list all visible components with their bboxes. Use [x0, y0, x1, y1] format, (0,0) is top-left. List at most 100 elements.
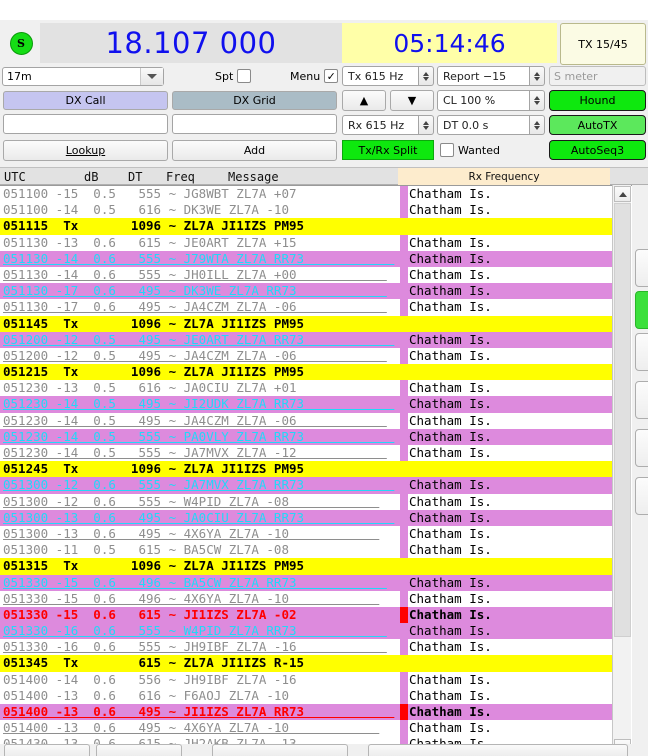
table-row[interactable]: 051145 Tx 1096 ~ ZL7A JI1IZS PM95: [0, 315, 612, 332]
table-row[interactable]: 051315 Tx 1096 ~ ZL7A JI1IZS PM95: [0, 558, 612, 575]
lookup-button[interactable]: Lookup: [3, 140, 168, 161]
frequency-down-button[interactable]: ▼: [390, 90, 434, 111]
bottom-widget-1[interactable]: [4, 744, 90, 756]
table-row[interactable]: 051330 -15 0.6 496 ~ BA5CW ZL7A RR73 Cha…: [0, 574, 612, 591]
decode-table-scrollbar[interactable]: [612, 185, 631, 756]
table-row[interactable]: 051100 -14 0.5 616 ~ DK3WE ZL7A -10 Chath…: [0, 202, 612, 219]
frequency-up-button[interactable]: ▲: [342, 90, 386, 111]
table-row[interactable]: 051330 -15 0.6 496 ~ 4X6YA ZL7A -10 Chat…: [0, 590, 612, 607]
tx-frequency-spinner[interactable]: Tx 615 Hz: [342, 66, 434, 86]
table-row[interactable]: 051300 -12 0.6 555 ~ W4PID ZL7A -08 Chat…: [0, 493, 612, 510]
table-row[interactable]: 051215 Tx 1096 ~ ZL7A JI1IZS PM95: [0, 364, 612, 381]
rx-frequency-header: Rx Frequency: [398, 168, 610, 185]
chevron-down-icon[interactable]: [140, 68, 163, 85]
lookup-label: Lookup: [65, 144, 106, 157]
dt-value: DT 0.0 s: [443, 118, 489, 132]
tx-period-button[interactable]: TX 15/45: [560, 23, 646, 65]
wanted-checkbox[interactable]: [440, 143, 454, 157]
decode-message: 051300 -12 0.6 555 ~ W4PID ZL7A -08: [3, 493, 380, 509]
decode-message: 051400 -13 0.6 616 ~ F6AOJ ZL7A -10: [3, 687, 289, 703]
band-select[interactable]: 17m: [2, 67, 164, 86]
rail-button-6[interactable]: [635, 477, 648, 515]
tx-frequency-value: Tx 615 Hz: [348, 69, 404, 83]
add-button[interactable]: Add: [172, 140, 337, 161]
bottom-widget-4[interactable]: [368, 744, 628, 756]
table-row[interactable]: 051115 Tx 1096 ~ ZL7A JI1IZS PM95: [0, 218, 612, 235]
table-row[interactable]: 051230 -14 0.5 555 ~ PA0VLY ZL7A RR73 Ch…: [0, 428, 612, 445]
bottom-widget-2[interactable]: [96, 744, 182, 756]
frequency-marker: [400, 493, 408, 510]
hound-button[interactable]: Hound: [549, 90, 646, 111]
rail-button-1[interactable]: [635, 249, 648, 287]
dxcc-entity-label: Chatham Is.: [409, 477, 492, 493]
table-row[interactable]: 051230 -14 0.5 495 ~ JI2UDK ZL7A RR73 Ch…: [0, 396, 612, 413]
menu-checkbox[interactable]: ✓: [324, 69, 339, 83]
frequency-marker: [400, 266, 408, 284]
decode-message: 051230 -14 0.5 495 ~ JA4CZM ZL7A -06: [3, 412, 387, 428]
cl-spin-buttons[interactable]: [530, 90, 545, 111]
table-row[interactable]: 051300 -11 0.5 615 ~ BA5CW ZL7A -08 Chath…: [0, 542, 612, 559]
dx-call-input[interactable]: [3, 114, 168, 134]
decode-table[interactable]: 051100 -15 0.5 555 ~ JG8WBT ZL7A +07 Chat…: [0, 185, 648, 756]
rail-button-3[interactable]: [635, 333, 648, 371]
table-row[interactable]: 051345 Tx 615 ~ ZL7A JI1IZS R-15: [0, 655, 612, 672]
tx-frequency-spin-buttons[interactable]: [419, 66, 434, 86]
scrollbar-thumb[interactable]: [614, 203, 631, 637]
table-row[interactable]: 051330 -16 0.6 555 ~ W4PID ZL7A RR73 Cha…: [0, 623, 612, 640]
table-row[interactable]: 051130 -17 0.6 495 ~ DK3WE ZL7A RR73 Cha…: [0, 283, 612, 300]
frequency-value: 18.107 000: [105, 26, 277, 60]
table-row[interactable]: 051400 -13 0.6 616 ~ F6AOJ ZL7A -10 Chath…: [0, 687, 612, 704]
tx-rx-split-button[interactable]: Tx/Rx Split: [342, 140, 434, 160]
spt-checkbox-group[interactable]: Spt: [215, 69, 252, 83]
menu-checkbox-group[interactable]: Menu ✓: [290, 69, 339, 83]
dxcc-entity-label: Chatham Is.: [409, 509, 492, 525]
table-row[interactable]: 051400 -13 0.6 495 ~ 4X6YA ZL7A -10 Chat…: [0, 720, 612, 737]
bottom-widget-3[interactable]: [212, 744, 348, 756]
table-row[interactable]: 051300 -12 0.6 555 ~ JA7MVX ZL7A RR73 Ch…: [0, 477, 612, 494]
rail-button-4[interactable]: [635, 381, 648, 419]
table-row[interactable]: 051330 -16 0.6 555 ~ JH9IBF ZL7A -16 Cha…: [0, 639, 612, 656]
report-spin-buttons[interactable]: [530, 66, 545, 86]
autotx-button[interactable]: AutoTX: [549, 115, 646, 135]
rx-frequency-spinner[interactable]: Rx 615 Hz: [342, 115, 434, 135]
decode-message: 051300 -12 0.6 555 ~ JA7MVX ZL7A RR73: [3, 477, 395, 493]
table-row[interactable]: 051400 -14 0.6 556 ~ JH9IBF ZL7A -16 Chat…: [0, 671, 612, 688]
table-row[interactable]: 051330 -15 0.6 615 ~ JI1IZS ZL7A -02 Chat…: [0, 606, 612, 624]
table-row[interactable]: 051230 -13 0.5 616 ~ JA0CIU ZL7A +01 Chat…: [0, 380, 612, 397]
dxcc-entity-label: Chatham Is.: [409, 396, 492, 412]
table-row[interactable]: 051200 -12 0.5 495 ~ JE0ART ZL7A RR73 Ch…: [0, 331, 612, 348]
dx-call-button[interactable]: DX Call: [3, 91, 168, 110]
table-row[interactable]: 051130 -14 0.6 555 ~ J79WTA ZL7A RR73 Ch…: [0, 250, 612, 267]
cl-spinner[interactable]: CL 100 %: [437, 90, 545, 111]
table-row[interactable]: 051200 -12 0.5 495 ~ JA4CZM ZL7A -06 Cha…: [0, 347, 612, 365]
autoseq-button[interactable]: AutoSeq3: [549, 140, 646, 160]
rail-button-5[interactable]: [635, 429, 648, 467]
table-row[interactable]: 051300 -13 0.6 495 ~ JA0CIU ZL7A RR73 Ch…: [0, 509, 612, 526]
dt-spinner[interactable]: DT 0.0 s: [437, 115, 545, 135]
table-row[interactable]: 051130 -13 0.6 615 ~ JE0ART ZL7A +15 Chat…: [0, 234, 612, 251]
decode-message: 051400 -13 0.6 495 ~ JI1IZS ZL7A RR73: [3, 704, 395, 719]
dt-spin-buttons[interactable]: [530, 115, 545, 135]
rx-frequency-spin-buttons[interactable]: [419, 115, 434, 135]
table-row[interactable]: 051245 Tx 1096 ~ ZL7A JI1IZS PM95: [0, 461, 612, 478]
frequency-display[interactable]: 18.107 000: [40, 23, 342, 63]
spt-checkbox[interactable]: [237, 69, 252, 83]
wanted-checkbox-group[interactable]: Wanted: [440, 143, 500, 157]
decode-message: 051400 -14 0.6 556 ~ JH9IBF ZL7A -16: [3, 671, 297, 687]
frequency-marker: [400, 218, 408, 235]
decode-message: 051200 -12 0.5 495 ~ JE0ART ZL7A RR73: [3, 331, 395, 347]
frequency-marker: [400, 720, 408, 737]
rail-button-active[interactable]: [635, 291, 648, 329]
report-spinner[interactable]: Report −15: [437, 66, 545, 86]
table-row[interactable]: 051400 -13 0.6 495 ~ JI1IZS ZL7A RR73 Ch…: [0, 704, 612, 721]
dx-grid-input[interactable]: [172, 114, 337, 134]
dxcc-entity-label: Chatham Is.: [409, 606, 492, 622]
table-row[interactable]: 051130 -14 0.6 555 ~ JH0ILL ZL7A +00 Cha…: [0, 266, 612, 284]
table-row[interactable]: 051230 -14 0.5 555 ~ JA7MVX ZL7A -12 Cha…: [0, 445, 612, 462]
table-row[interactable]: 051130 -17 0.6 495 ~ JA4CZM ZL7A -06 Cha…: [0, 299, 612, 316]
table-row[interactable]: 051230 -14 0.5 495 ~ JA4CZM ZL7A -06 Cha…: [0, 412, 612, 429]
dx-grid-button[interactable]: DX Grid: [172, 91, 337, 110]
table-row[interactable]: 051300 -13 0.6 495 ~ 4X6YA ZL7A -10 Chat…: [0, 525, 612, 543]
table-row[interactable]: 051100 -15 0.5 555 ~ JG8WBT ZL7A +07 Chat…: [0, 186, 612, 203]
scroll-up-icon[interactable]: [614, 186, 631, 202]
